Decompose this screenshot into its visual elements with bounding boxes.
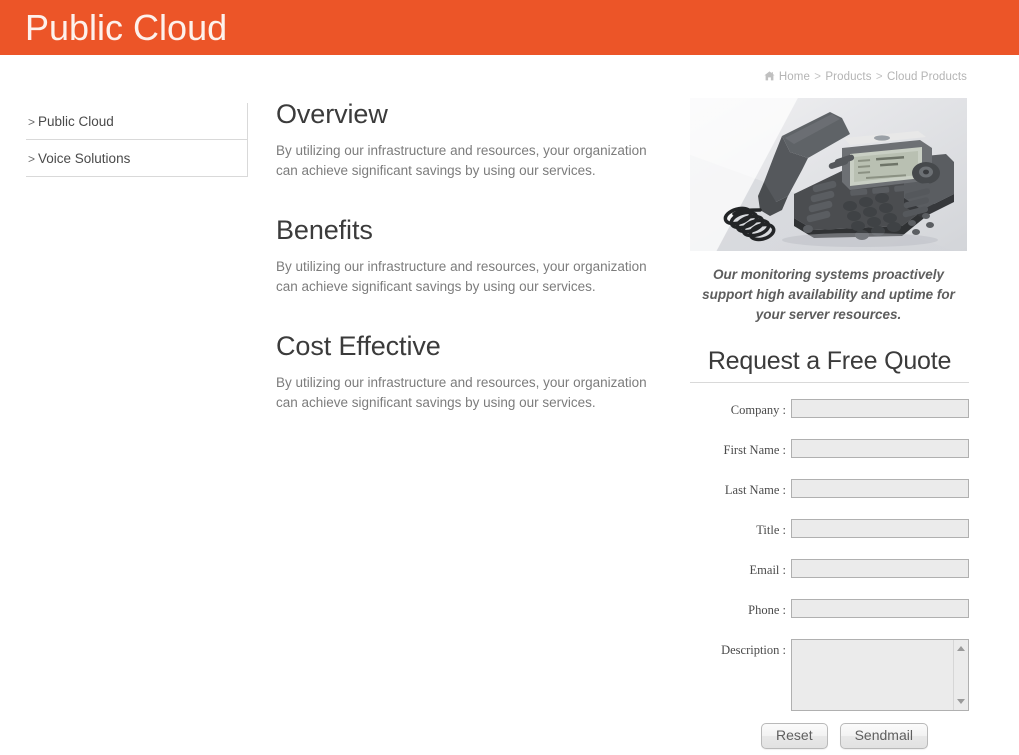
form-row-description: Description : xyxy=(690,639,969,711)
title-field[interactable] xyxy=(791,519,969,538)
company-label: Company : xyxy=(730,403,786,417)
form-row-first-name: First Name : xyxy=(690,439,969,479)
first-name-label: First Name : xyxy=(723,443,787,457)
section-body: By utilizing our infrastructure and reso… xyxy=(276,375,647,410)
breadcrumb-item-home[interactable]: Home xyxy=(779,71,810,83)
section-cost-effective: Cost Effective By utilizing our infrastr… xyxy=(276,328,666,413)
sidebar-item-label: Voice Solutions xyxy=(38,151,131,166)
sidebar-nav: > Public Cloud > Voice Solutions xyxy=(26,103,248,177)
site-header: Public Cloud xyxy=(0,0,1019,55)
phone-label: Phone : xyxy=(748,603,786,617)
last-name-field[interactable] xyxy=(791,479,969,498)
sidebar-item-public-cloud[interactable]: > Public Cloud xyxy=(26,103,247,140)
product-image-voip-phone xyxy=(690,98,967,251)
form-row-email: Email : xyxy=(690,559,969,599)
reset-button[interactable]: Reset xyxy=(761,723,828,749)
breadcrumb-separator: > xyxy=(872,71,886,83)
sidebar-item-voice-solutions[interactable]: > Voice Solutions xyxy=(26,140,247,177)
last-name-label: Last Name : xyxy=(724,483,786,497)
description-label: Description : xyxy=(721,643,786,657)
chevron-right-icon: > xyxy=(28,152,36,166)
section-title: Cost Effective xyxy=(276,331,441,361)
title-label: Title : xyxy=(756,523,786,537)
section-title: Benefits xyxy=(276,215,373,245)
phone-field[interactable] xyxy=(791,599,969,618)
email-label: Email : xyxy=(749,563,786,577)
form-row-company: Company : xyxy=(690,399,969,439)
breadcrumb-item-products[interactable]: Products xyxy=(825,71,871,83)
breadcrumb-item-cloud-products[interactable]: Cloud Products xyxy=(887,71,967,83)
image-caption: Our monitoring systems proactively suppo… xyxy=(702,267,955,322)
form-row-title: Title : xyxy=(690,519,969,559)
section-body: By utilizing our infrastructure and reso… xyxy=(276,143,647,178)
main-content: Overview By utilizing our infrastructure… xyxy=(276,96,666,444)
form-row-last-name: Last Name : xyxy=(690,479,969,519)
section-title: Overview xyxy=(276,99,388,129)
form-row-phone: Phone : xyxy=(690,599,969,639)
breadcrumb-separator: > xyxy=(810,71,825,83)
quote-form: Company : First Name : Last Name : Title… xyxy=(690,399,969,749)
section-benefits: Benefits By utilizing our infrastructure… xyxy=(276,212,666,297)
home-icon xyxy=(764,71,775,81)
sendmail-button[interactable]: Sendmail xyxy=(839,723,928,749)
company-field[interactable] xyxy=(791,399,969,418)
chevron-right-icon: > xyxy=(28,115,36,129)
description-wrapper xyxy=(791,639,969,711)
description-field[interactable] xyxy=(791,639,969,711)
email-field[interactable] xyxy=(791,559,969,578)
breadcrumb: Home > Products > Cloud Products xyxy=(764,71,967,83)
page-title: Public Cloud xyxy=(25,7,228,48)
first-name-field[interactable] xyxy=(791,439,969,458)
section-body: By utilizing our infrastructure and reso… xyxy=(276,259,647,294)
right-sidebar: Our monitoring systems proactively suppo… xyxy=(690,98,971,749)
quote-form-heading: Request a Free Quote xyxy=(690,345,969,383)
section-overview: Overview By utilizing our infrastructure… xyxy=(276,96,666,181)
form-buttons: Reset Sendmail xyxy=(690,723,969,749)
sidebar-item-label: Public Cloud xyxy=(38,114,114,129)
